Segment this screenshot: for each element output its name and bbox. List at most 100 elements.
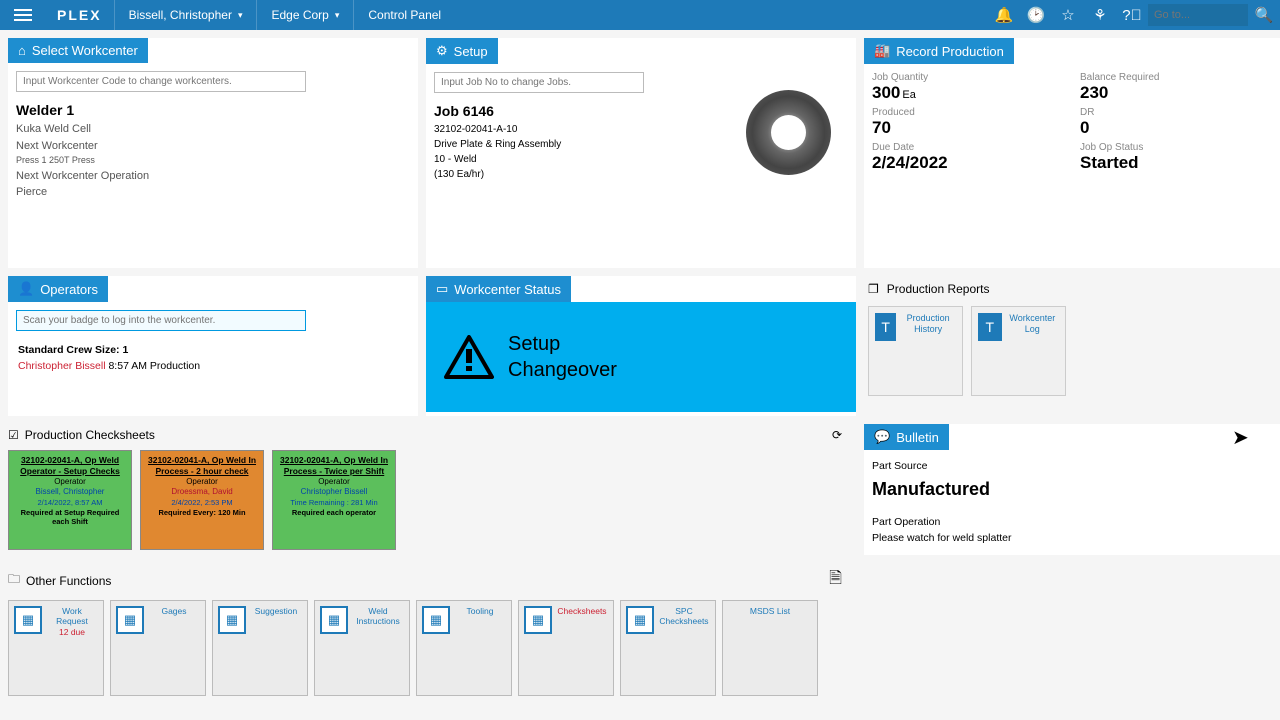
bell-icon[interactable]: 🔔 — [988, 0, 1020, 30]
record-production-button[interactable]: 🏭 Record Production — [864, 38, 1014, 64]
badge-input[interactable] — [16, 310, 306, 331]
other-tile[interactable]: ▦Weld Instructions — [314, 600, 410, 696]
checksheet-card[interactable]: 32102-02041-A, Op Weld Operator - Setup … — [8, 450, 132, 550]
produced-label: Produced — [872, 107, 1068, 118]
part-no: 32102-02041-A-10 — [434, 122, 712, 137]
logo: PLEX — [45, 7, 114, 23]
part-name: Drive Plate & Ring Assembly — [434, 137, 712, 152]
workcenter-name: Welder 1 — [16, 100, 410, 121]
other-tile[interactable]: ▦ Checksheets — [518, 600, 614, 696]
status-line1: Setup — [508, 331, 617, 357]
reports-panel: ❐ Production Reports TProduction History… — [864, 276, 1280, 416]
bulletin-panel: 💬 Bulletin Part Source Manufactured Part… — [864, 424, 1280, 555]
qty-label: Job Quantity — [872, 72, 1068, 83]
dr-value: 0 — [1080, 118, 1276, 138]
topbar: PLEX Bissell, Christopher▾ Edge Corp▾ Co… — [0, 0, 1280, 30]
rate: (130 Ea/hr) — [434, 167, 712, 182]
other-tile[interactable]: ▦ Tooling — [416, 600, 512, 696]
tile-icon: ▦ — [524, 606, 552, 634]
tile-icon: ▦ — [116, 606, 144, 634]
checksheet-card[interactable]: 32102-02041-A, Op Weld In Process - Twic… — [272, 450, 396, 550]
balance-label: Balance Required — [1080, 72, 1276, 83]
other-title: Other Functions — [26, 574, 111, 588]
nav-user[interactable]: Bissell, Christopher▾ — [114, 0, 257, 30]
next-wc-label: Next Workcenter — [16, 138, 410, 155]
operator-row: Christopher Bissell 8:57 AM Production — [18, 359, 408, 375]
setup-button[interactable]: ⚙ Setup — [426, 38, 498, 64]
nav-company[interactable]: Edge Corp▾ — [256, 0, 353, 30]
operators-button[interactable]: 👤 Operators — [8, 276, 108, 302]
search-icon[interactable]: 🔍 — [1248, 0, 1280, 30]
warning-icon — [444, 335, 494, 379]
balance-value: 230 — [1080, 83, 1276, 103]
production-icon: 🏭 — [874, 43, 890, 59]
source-value: Manufactured — [872, 475, 1276, 504]
workcenter-panel: ⌂ Select Workcenter Welder 1 Kuka Weld C… — [8, 38, 418, 268]
check-title: Production Checksheets — [25, 428, 155, 442]
status-button[interactable]: ▭ Workcenter Status — [426, 276, 571, 302]
other-tile[interactable]: MSDS List — [722, 600, 818, 696]
report-tile[interactable]: TWorkcenter Log — [971, 306, 1066, 396]
checksheets-panel: ☑ Production Checksheets ⟳ 32102-02041-A… — [8, 424, 856, 555]
menu-icon[interactable] — [0, 0, 45, 30]
job-title: Job 6146 — [434, 101, 712, 122]
tile-label: Tooling — [454, 606, 506, 616]
help-icon[interactable]: ?⃝ — [1116, 0, 1148, 30]
setup-panel: ⚙ Setup Job 6146 32102-02041-A-10 Drive … — [426, 38, 856, 268]
select-workcenter-button[interactable]: ⌂ Select Workcenter — [8, 38, 148, 63]
folder-icon: 🗀 — [8, 570, 20, 591]
tile-label: Work Request12 due — [46, 606, 98, 637]
other-tile[interactable]: ▦ Gages — [110, 600, 206, 696]
checksheet-card[interactable]: 32102-02041-A, Op Weld In Process - 2 ho… — [140, 450, 264, 550]
tile-label: Gages — [148, 606, 200, 616]
tile-icon: ▦ — [14, 606, 42, 634]
other-tile[interactable]: ▦Work Request12 due — [8, 600, 104, 696]
workcenter-input[interactable] — [16, 71, 306, 92]
op-label: Part Operation — [872, 514, 1276, 531]
bulletin-button[interactable]: 💬 Bulletin — [864, 424, 949, 450]
setup-icon: ⚙ — [436, 43, 448, 59]
production-panel: 🏭 Record Production Job Quantity 300Ea B… — [864, 38, 1280, 268]
status-value: Started — [1080, 153, 1276, 173]
add-icon[interactable]: 🗎 — [829, 567, 842, 594]
check-icon: ☑ — [8, 428, 19, 442]
report-label: Workcenter Log — [1006, 313, 1059, 335]
status-label: Job Op Status — [1080, 142, 1276, 153]
reports-title: Production Reports — [887, 282, 990, 296]
tile-icon: ▦ — [422, 606, 450, 634]
report-icon: T — [875, 313, 896, 341]
clock-icon[interactable]: 🕑 — [1020, 0, 1052, 30]
reports-icon: ❐ — [868, 282, 879, 296]
job-input[interactable] — [434, 72, 644, 93]
tile-icon: ▦ — [320, 606, 348, 634]
status-panel: ▭ Workcenter Status Setup Changeover — [426, 276, 856, 416]
nav-page[interactable]: Control Panel — [353, 0, 455, 30]
tile-icon: ▦ — [218, 606, 246, 634]
status-icon: ▭ — [436, 281, 448, 297]
tile-label: Checksheets — [556, 606, 608, 616]
op: 10 - Weld — [434, 152, 712, 167]
report-tile[interactable]: TProduction History — [868, 306, 963, 396]
report-label: Production History — [900, 313, 956, 335]
operators-panel: 👤 Operators Standard Crew Size: 1 Christ… — [8, 276, 418, 416]
dr-label: DR — [1080, 107, 1276, 118]
tile-icon: ▦ — [626, 606, 654, 634]
other-panel: 🗀 Other Functions 🗎 ▦Work Request12 due▦… — [8, 563, 856, 698]
link-icon[interactable]: ⚘ — [1084, 0, 1116, 30]
other-tile[interactable]: ▦SPC Checksheets — [620, 600, 716, 696]
star-icon[interactable]: ☆ — [1052, 0, 1084, 30]
status-banner[interactable]: Setup Changeover — [426, 302, 856, 412]
source-label: Part Source — [872, 458, 1276, 475]
tile-label: Suggestion — [250, 606, 302, 616]
next-op-label: Next Workcenter Operation — [16, 168, 410, 185]
next-wc-value: Press 1 250T Press — [16, 154, 410, 168]
produced-value: 70 — [872, 118, 1068, 138]
bulletin-icon: 💬 — [874, 429, 890, 445]
qty-value: 300Ea — [872, 83, 1068, 103]
tile-label: SPC Checksheets — [658, 606, 710, 626]
status-line2: Changeover — [508, 357, 617, 383]
goto-input[interactable] — [1148, 4, 1248, 26]
crew-size: Standard Crew Size: 1 — [18, 343, 408, 359]
other-tile[interactable]: ▦ Suggestion — [212, 600, 308, 696]
refresh-icon[interactable]: ⟳ — [832, 428, 842, 442]
